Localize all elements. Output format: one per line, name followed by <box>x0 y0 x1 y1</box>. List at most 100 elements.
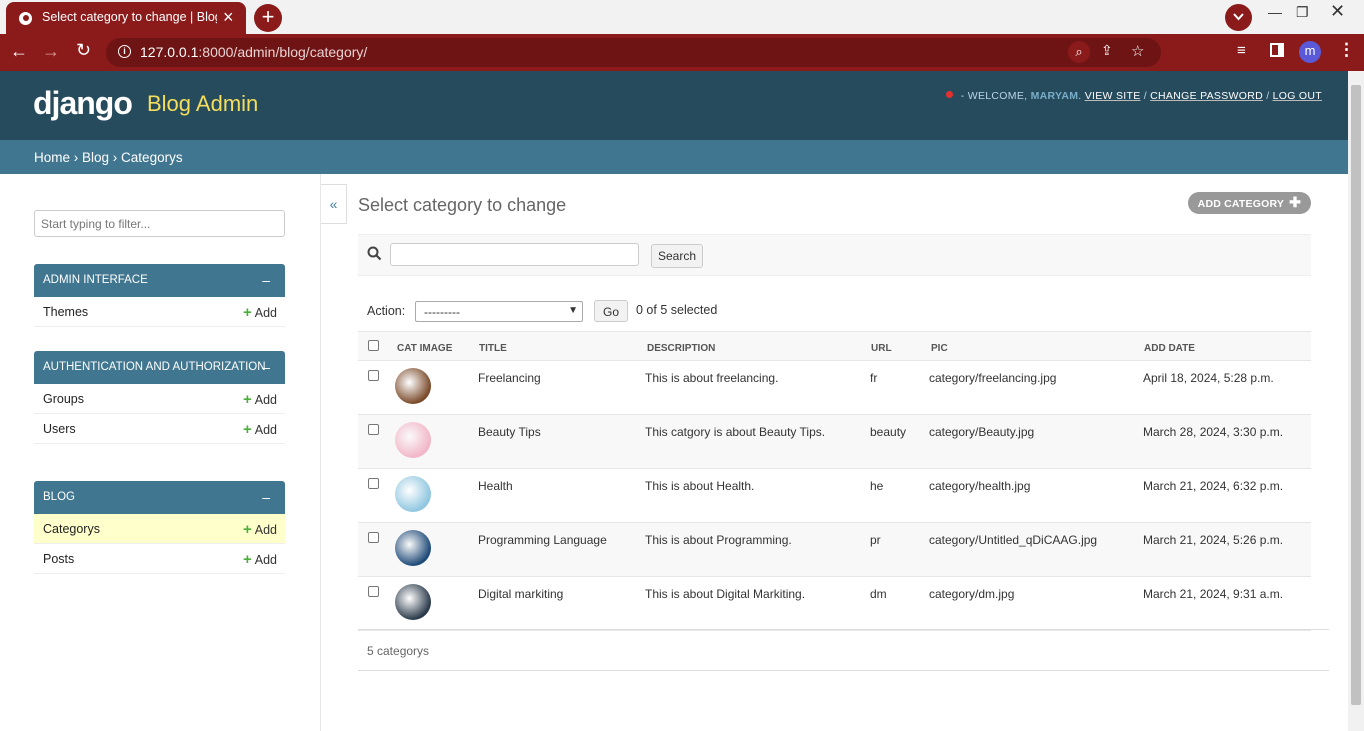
category-thumbnail <box>395 530 431 566</box>
paginator: 5 categorys <box>358 629 1329 671</box>
logout-link[interactable]: Log out <box>1273 90 1322 102</box>
back-icon[interactable]: ← <box>10 41 28 62</box>
browser-tab[interactable]: Select category to change | Blog × <box>6 2 246 34</box>
cell-pic: category/Untitled_qDiCAAG.jpg <box>929 533 1098 547</box>
row-checkbox[interactable] <box>368 424 379 435</box>
zoom-icon[interactable]: ⌕ <box>1068 41 1090 63</box>
category-thumbnail <box>395 584 431 620</box>
cell-title[interactable]: Freelancing <box>478 371 541 385</box>
nav-filter-input[interactable]: Start typing to filter... <box>34 210 285 237</box>
bookmark-star-icon[interactable]: ☆ <box>1131 42 1144 60</box>
row-checkbox[interactable] <box>368 478 379 489</box>
menu-kebab-icon[interactable]: ⋮ <box>1338 40 1355 60</box>
url-text[interactable]: 127.0.0.1:8000/admin/blog/category/ <box>140 44 367 60</box>
sidebar-item-groups[interactable]: Groups + Add <box>34 384 285 414</box>
column-header[interactable]: DESCRIPTION <box>647 343 715 354</box>
cell-description: This is about freelancing. <box>645 371 779 385</box>
django-logo[interactable]: django <box>33 85 133 122</box>
table-header: CAT IMAGE TITLE DESCRIPTION URL PIC ADD … <box>358 331 1311 361</box>
column-header[interactable]: CAT IMAGE <box>397 343 452 354</box>
reload-icon[interactable]: ↻ <box>76 40 91 61</box>
browser-tabbar: Select category to change | Blog × + — ❐… <box>0 0 1364 34</box>
page-scrollbar[interactable] <box>1348 71 1364 731</box>
category-thumbnail <box>395 422 431 458</box>
cell-title[interactable]: Health <box>478 479 513 493</box>
select-all-checkbox[interactable] <box>368 340 379 351</box>
search-input[interactable] <box>390 243 639 266</box>
forward-icon[interactable]: → <box>42 41 60 62</box>
cell-date: April 18, 2024, 5:28 p.m. <box>1143 371 1274 385</box>
add-themes-link[interactable]: + Add <box>243 304 277 321</box>
cell-date: March 21, 2024, 5:26 p.m. <box>1143 533 1284 547</box>
go-button[interactable]: Go <box>594 300 629 322</box>
module-blog: BLOG – Categorys + Add Posts + Add <box>34 481 285 574</box>
new-tab-button[interactable]: + <box>254 4 282 32</box>
add-categorys-link[interactable]: + Add <box>243 521 277 538</box>
tab-search-button[interactable] <box>1225 4 1252 31</box>
action-select[interactable]: --------- ▼ <box>415 301 583 322</box>
omnibox[interactable]: i 127.0.0.1:8000/admin/blog/category/ ☆ … <box>106 38 1161 67</box>
site-info-icon[interactable]: i <box>118 45 131 58</box>
change-password-link[interactable]: Change password <box>1150 90 1263 102</box>
scrollbar-thumb[interactable] <box>1351 85 1361 705</box>
collapse-minus-icon[interactable]: – <box>262 272 270 288</box>
row-checkbox[interactable] <box>368 586 379 597</box>
side-panel-icon[interactable] <box>1270 43 1284 57</box>
nav-sidebar: Start typing to filter... ADMIN INTERFAC… <box>0 174 321 731</box>
category-thumbnail <box>395 368 431 404</box>
reading-list-icon[interactable]: ≡ <box>1237 42 1246 59</box>
result-table: CAT IMAGE TITLE DESCRIPTION URL PIC ADD … <box>358 331 1311 631</box>
view-site-link[interactable]: View site <box>1085 90 1141 102</box>
breadcrumb-app[interactable]: Blog <box>82 150 109 165</box>
sidebar-item-posts[interactable]: Posts + Add <box>34 544 285 574</box>
cell-url: beauty <box>870 425 907 439</box>
cell-pic: category/freelancing.jpg <box>929 371 1057 385</box>
breadcrumb-home[interactable]: Home <box>34 150 70 165</box>
column-header[interactable]: URL <box>871 343 892 354</box>
sidebar-item-users[interactable]: Users + Add <box>34 414 285 444</box>
module-header[interactable]: AUTHENTICATION AND AUTHORIZATION – <box>34 351 285 384</box>
cell-description: This catgory is about Beauty Tips. <box>645 425 826 439</box>
column-header[interactable]: TITLE <box>479 343 507 354</box>
close-tab-icon[interactable]: × <box>223 7 234 28</box>
toggle-sidebar-button[interactable]: « <box>321 184 347 224</box>
add-posts-link[interactable]: + Add <box>243 551 277 568</box>
module-header[interactable]: ADMIN INTERFACE – <box>34 264 285 297</box>
add-category-button[interactable]: ADD CATEGORY ✚ <box>1187 192 1311 214</box>
site-title[interactable]: Blog Admin <box>147 91 258 117</box>
table-row: Health This is about Health. he category/he… <box>358 469 1311 523</box>
cell-title[interactable]: Programming Language <box>478 533 607 547</box>
restore-icon[interactable]: ❐ <box>1296 4 1309 21</box>
row-checkbox[interactable] <box>368 370 379 381</box>
profile-avatar[interactable]: m <box>1299 41 1321 63</box>
close-window-icon[interactable]: ✕ <box>1330 1 1345 22</box>
row-checkbox[interactable] <box>368 532 379 543</box>
column-header[interactable]: ADD DATE <box>1144 343 1195 354</box>
add-groups-link[interactable]: + Add <box>243 391 277 408</box>
table-row: Programming Language This is about Progra… <box>358 523 1311 577</box>
main-content: Select category to change ADD CATEGORY ✚ … <box>358 174 1329 731</box>
cell-url: dm <box>870 587 887 601</box>
column-header[interactable]: PIC <box>931 343 948 354</box>
collapse-minus-icon[interactable]: – <box>262 359 270 375</box>
search-bar: Search <box>358 234 1311 276</box>
cell-url: fr <box>870 371 878 385</box>
share-icon[interactable]: ⇪ <box>1101 42 1113 59</box>
minimize-icon[interactable]: — <box>1268 4 1282 20</box>
category-thumbnail <box>395 476 431 512</box>
module-admin-interface: ADMIN INTERFACE – Themes + Add <box>34 264 285 327</box>
table-row: Beauty Tips This catgory is about Beauty … <box>358 415 1311 469</box>
breadcrumb: Home › Blog › Categorys <box>0 140 1348 174</box>
cell-title[interactable]: Digital markiting <box>478 587 563 601</box>
add-users-link[interactable]: + Add <box>243 421 277 438</box>
plus-icon: + <box>242 521 252 538</box>
sidebar-item-themes[interactable]: Themes + Add <box>34 297 285 327</box>
status-dot-icon <box>945 91 953 98</box>
sidebar-item-categorys[interactable]: Categorys + Add <box>34 514 285 544</box>
collapse-minus-icon[interactable]: – <box>262 489 270 505</box>
search-icon <box>367 246 382 261</box>
search-button[interactable]: Search <box>651 244 704 268</box>
cell-description: This is about Health. <box>645 479 755 493</box>
module-header[interactable]: BLOG – <box>34 481 285 514</box>
cell-title[interactable]: Beauty Tips <box>478 425 541 439</box>
